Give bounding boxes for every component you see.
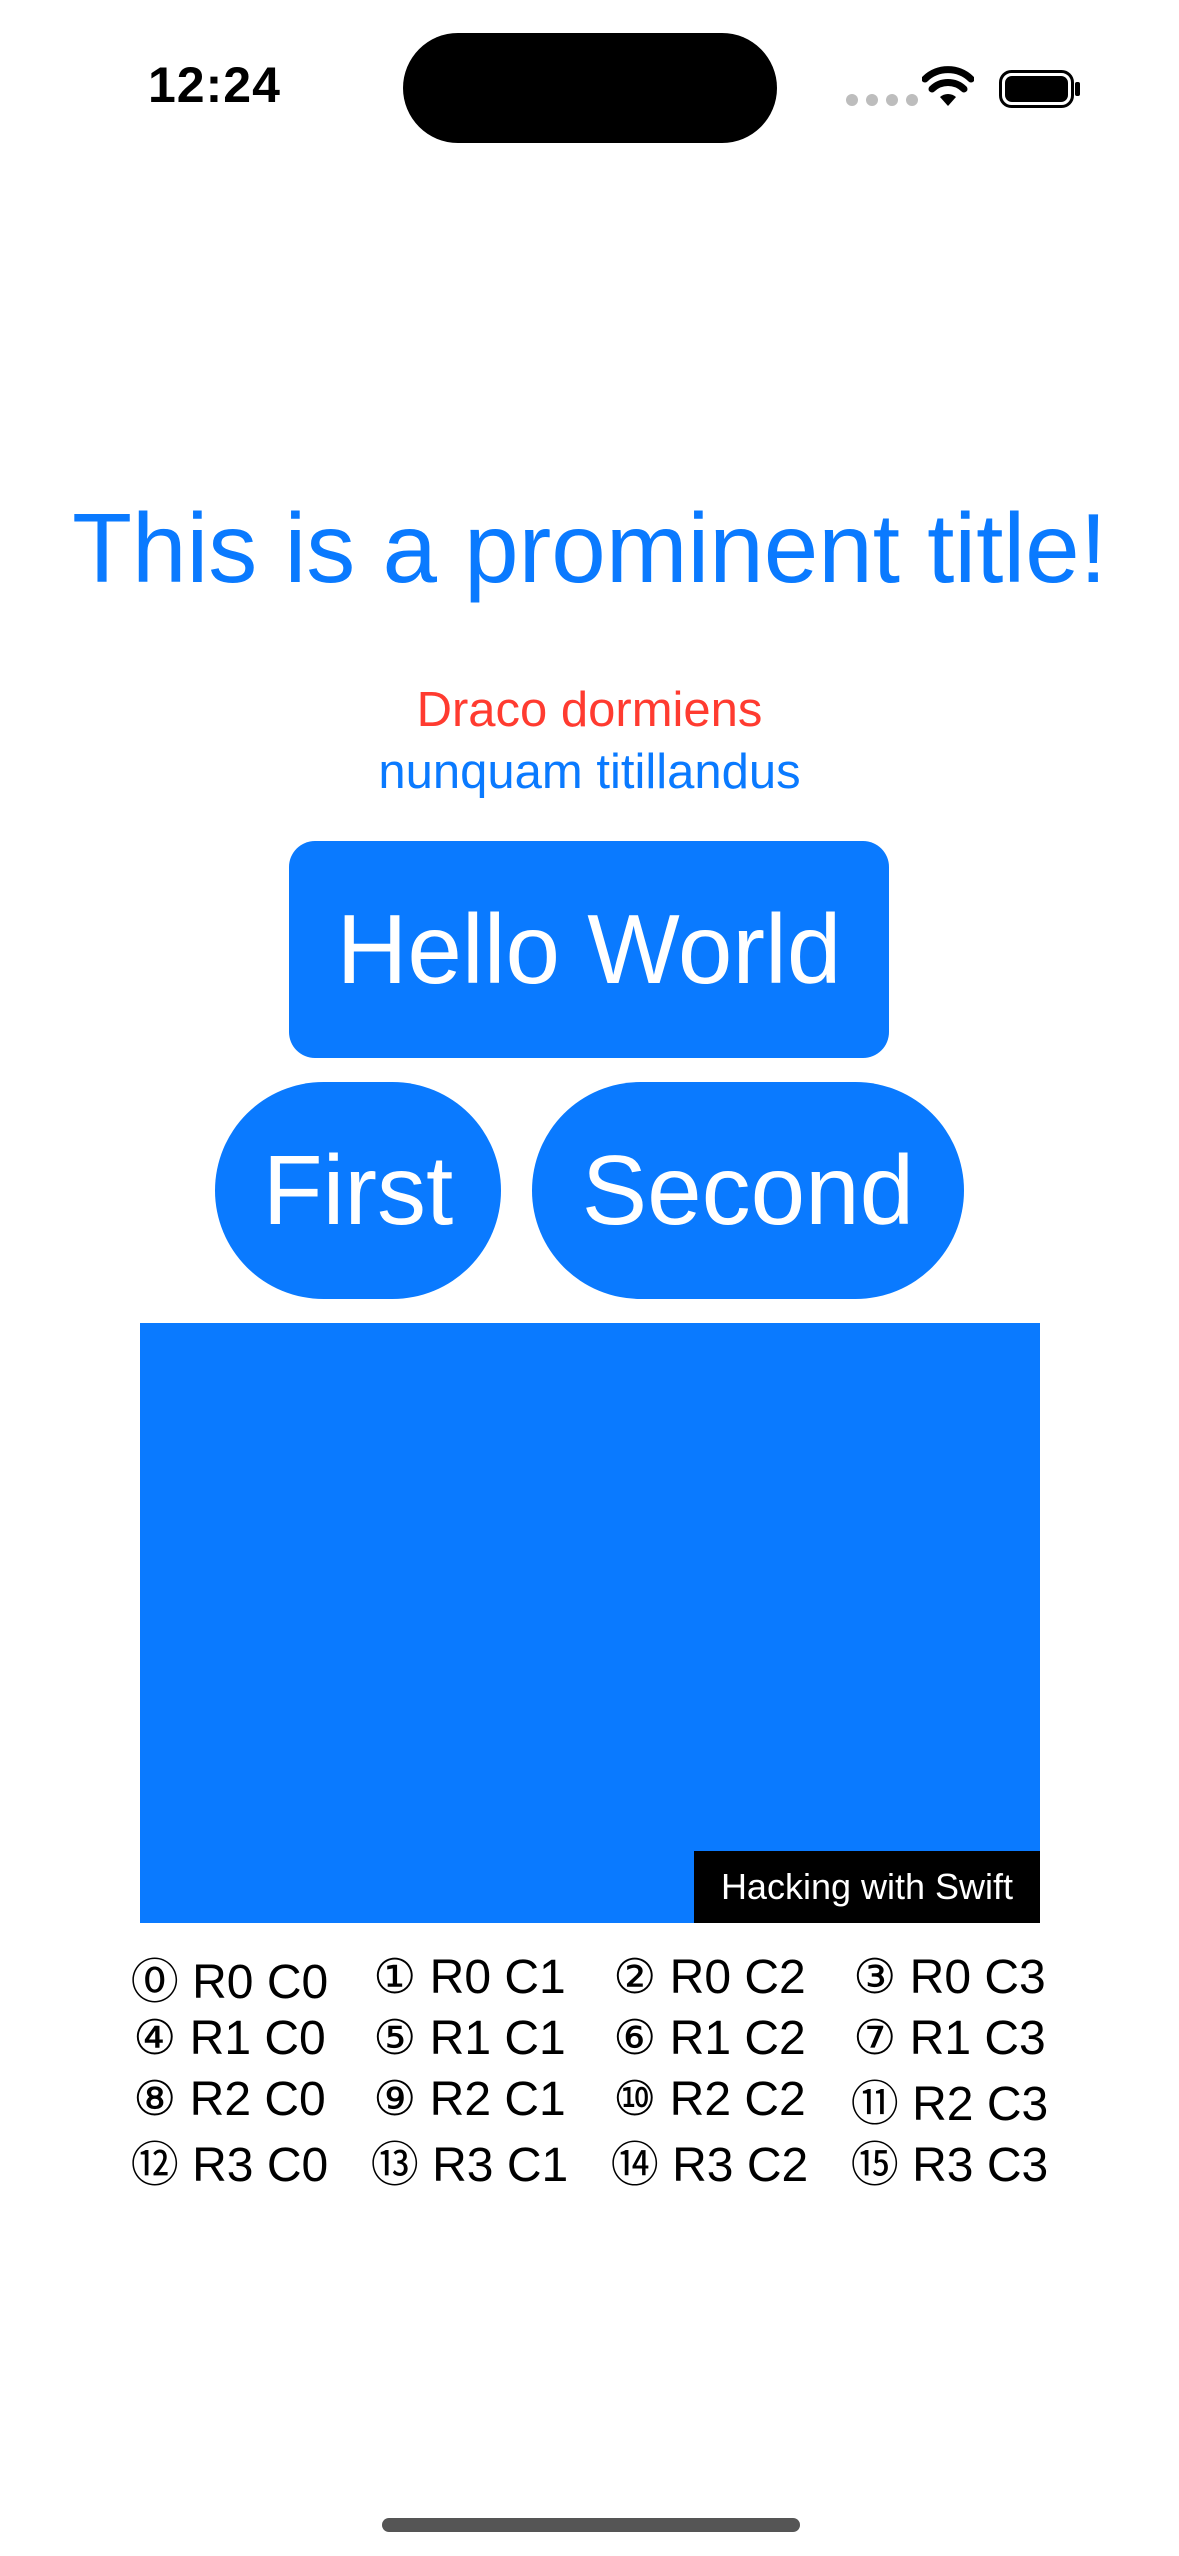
grid-cell: ② R0 C2 [613,1950,806,2004]
grid-cell: ⓪ R0 C0 [130,1955,329,2009]
label-grid: ⓪ R0 C0 ① R0 C1 ② R0 C2 ③ R0 C3 ④ R1 C0 … [0,1946,1179,2192]
hello-world-button[interactable]: Hello World [289,841,889,1058]
signal-dots-icon [846,94,918,106]
subtitle-line-1: Draco dormiens [416,683,763,737]
status-time: 12:24 [148,57,281,113]
grid-row: ⑫ R3 C0 ⑬ R3 C1 ⑭ R3 C2 ⑮ R3 C3 [0,2129,1179,2192]
grid-cell: ③ R0 C3 [853,1950,1046,2004]
grid-row: ⑧ R2 C0 ⑨ R2 C1 ⑩ R2 C2 ⑪ R2 C3 [0,2068,1179,2131]
subtitle-line-2: nunquam titillandus [378,745,801,799]
blue-image-placeholder: Hacking with Swift [140,1323,1040,1923]
grid-cell: ⑪ R2 C3 [850,2077,1049,2131]
grid-cell: ⑥ R1 C2 [613,2011,806,2065]
grid-cell: ⑨ R2 C1 [373,2072,566,2126]
grid-cell: ⑮ R3 C3 [850,2138,1049,2192]
grid-cell: ⑭ R3 C2 [610,2138,809,2192]
page-title: This is a prominent title! [72,493,1107,603]
wifi-icon [922,66,974,106]
grid-cell: ⑧ R2 C0 [133,2072,326,2126]
home-indicator[interactable] [382,2518,800,2532]
grid-cell: ① R0 C1 [373,1950,566,2004]
grid-cell: ⑩ R2 C2 [613,2072,806,2126]
grid-cell: ④ R1 C0 [133,2011,326,2065]
grid-row: ⓪ R0 C0 ① R0 C1 ② R0 C2 ③ R0 C3 [0,1946,1179,2009]
battery-icon [999,70,1080,108]
watermark-label: Hacking with Swift [694,1851,1040,1923]
grid-row: ④ R1 C0 ⑤ R1 C1 ⑥ R1 C2 ⑦ R1 C3 [0,2007,1179,2068]
grid-cell: ⑤ R1 C1 [373,2011,566,2065]
first-button[interactable]: First [215,1082,501,1299]
grid-cell: ⑫ R3 C0 [130,2138,329,2192]
grid-cell: ⑬ R3 C1 [370,2138,569,2192]
dynamic-island [403,33,777,143]
second-button[interactable]: Second [532,1082,964,1299]
grid-cell: ⑦ R1 C3 [853,2011,1046,2065]
